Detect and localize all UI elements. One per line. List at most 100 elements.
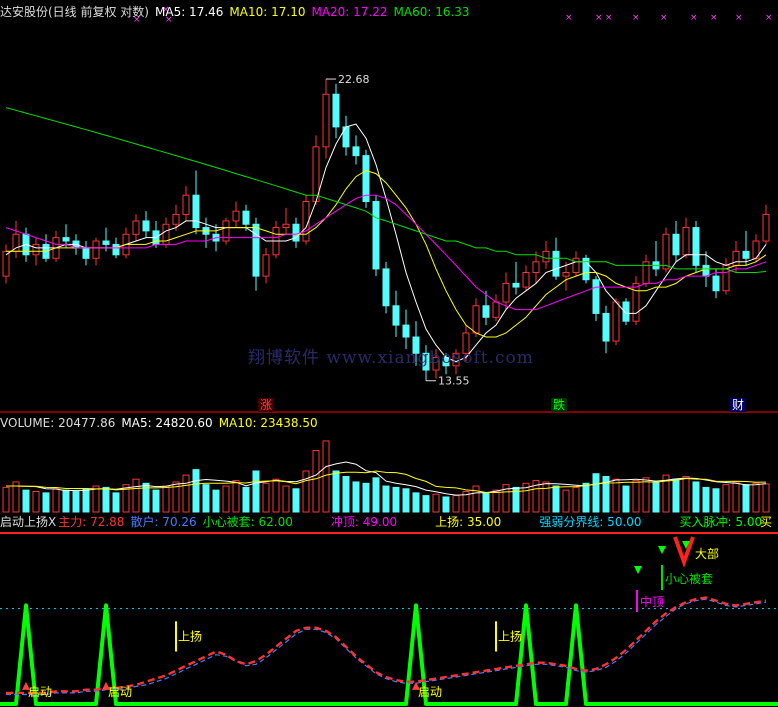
candle-body: [282, 223, 290, 229]
volume-bar: [42, 492, 50, 513]
volume-panel-header: VOLUME: 20477.86 MA5: 24820.60 MA10: 23438…: [0, 416, 324, 430]
candle-body: [532, 261, 540, 274]
volume-bar: [372, 477, 380, 513]
sanhu-label: 散户: 70.26: [130, 515, 197, 529]
candle-body: [572, 257, 580, 274]
candle-body: [542, 250, 550, 263]
candle-body: [262, 254, 270, 277]
volume-bar: [452, 495, 460, 513]
candle-body: [402, 324, 410, 338]
candle-body: [2, 250, 10, 277]
shangyang-label: 上扬: 35.00: [435, 515, 502, 529]
candle-body: [552, 250, 560, 277]
candle-body: [632, 282, 640, 322]
tag-die[interactable]: 跌: [551, 398, 568, 412]
volume-bar: [412, 492, 420, 513]
volume-bar: [362, 482, 370, 513]
marker-x: ×: [595, 13, 603, 23]
marker-x: ×: [660, 13, 668, 23]
stock-chart-window[interactable]: × × × × × × × × × × × × 22.68 13.55 启动 启动 启动 上扬 上扬 中顶 小心被套 大部…: [0, 0, 778, 707]
volume-bar: [282, 485, 290, 513]
candle-body: [92, 240, 100, 259]
zhuli-label: 主力: 72.88: [58, 515, 125, 529]
candle-body: [332, 93, 340, 128]
maichong-label: 买入脉冲: 5.00: [679, 515, 763, 529]
volume-bar: [132, 478, 140, 513]
chongding-label: 冲顶: 49.00: [330, 515, 398, 529]
marker-x: ×: [710, 13, 718, 23]
candle-body: [472, 305, 480, 334]
marker-x: ×: [690, 13, 698, 23]
main-panel-header: 达安股份(日线 前复权 对数) MA5: 17.46 MA10: 17.10 MA20…: [0, 5, 476, 19]
sanhu-line: [6, 598, 767, 696]
volume-bar: [442, 496, 450, 513]
qidong-label: 启动: [28, 685, 52, 699]
candle-body: [102, 240, 110, 245]
indicator-panel-header: 启动上扬X 主力: 72.88 散户: 70.26 小心被套: 62.00 冲顶: 49…: [0, 515, 778, 529]
xiaoxin-label: 小心被套: [665, 572, 713, 586]
high-value-label: 22.68: [338, 73, 370, 86]
candle-body: [682, 227, 690, 256]
marker-x: ×: [735, 13, 743, 23]
candle-body: [502, 282, 510, 303]
volume-bar: [632, 480, 640, 513]
volume-bar: [22, 489, 30, 513]
candle-body: [562, 272, 570, 277]
candle-body: [662, 233, 670, 270]
ma-line-ma5: [5, 123, 767, 363]
volume-bar: [572, 486, 580, 513]
volume-bar: [192, 469, 200, 513]
volume-bar: [612, 478, 620, 513]
candle-body: [192, 194, 200, 229]
candle-body: [672, 233, 680, 256]
candle-body: [392, 305, 400, 326]
volume-bar: [82, 488, 90, 513]
tag-zhang[interactable]: 涨: [258, 398, 275, 412]
candle-body: [732, 250, 740, 266]
volume-bar: [162, 485, 170, 513]
candle-body: [612, 301, 620, 342]
candle-body: [132, 220, 140, 235]
volume-bar: [62, 489, 70, 513]
candle-body: [762, 213, 770, 242]
volume-bar: [622, 485, 630, 513]
candle-body: [742, 250, 750, 259]
volume-bar: [302, 470, 310, 513]
candle-body: [362, 155, 370, 203]
volume-bar: [152, 489, 160, 513]
volume-bar: [642, 477, 650, 513]
stock-name: 达安股份(日线 前复权 对数): [0, 5, 149, 19]
volume-bar: [112, 492, 120, 513]
volume-bar: [292, 488, 300, 513]
candle-body: [372, 201, 380, 270]
volume-ma5-label: MA5: 24820.60: [121, 416, 213, 430]
volume-bar: [692, 481, 700, 513]
volume-bar: [222, 485, 230, 513]
candle-body: [592, 279, 600, 314]
volume-bar: [562, 489, 570, 513]
buy-tail-label: 买: [759, 515, 772, 529]
candle-body: [322, 93, 330, 148]
candle-body: [182, 194, 190, 215]
volume-bar: [682, 475, 690, 513]
tag-cai[interactable]: 财: [730, 398, 747, 412]
volume-bar: [2, 486, 10, 513]
volume-bar: [542, 481, 550, 513]
candle-body: [232, 210, 240, 222]
volume-bar: [382, 485, 390, 513]
volume-bar: [582, 482, 590, 513]
dabu-label: 大部: [695, 546, 719, 561]
candle-body: [32, 243, 40, 256]
volume-bar: [182, 474, 190, 513]
volume-ma10-label: MA10: 23438.50: [218, 416, 318, 430]
volume-bar: [262, 482, 270, 513]
volume-bar: [352, 481, 360, 513]
candle-body: [692, 227, 700, 266]
candle-body: [382, 268, 390, 307]
shangyang-label: 上扬: [178, 628, 202, 643]
volume-bar: [732, 481, 740, 513]
volume-bar: [52, 488, 60, 513]
indicator-name: 启动上扬X: [0, 515, 57, 529]
volume-bar: [232, 480, 240, 513]
candle-body: [602, 312, 610, 342]
